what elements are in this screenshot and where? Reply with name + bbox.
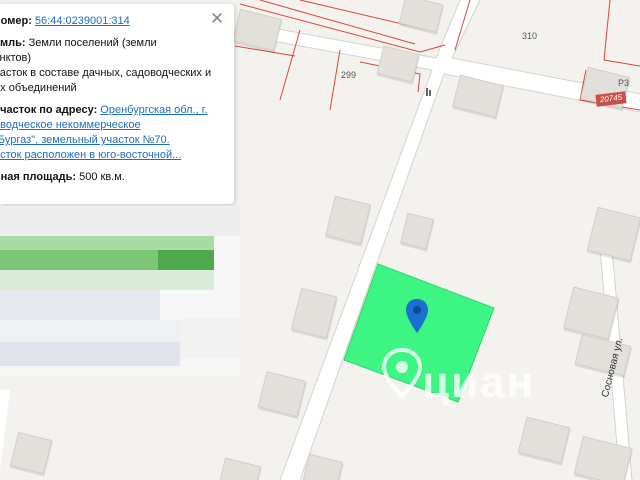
parcel-number-299: 299 — [341, 70, 357, 80]
category-label: емль: — [0, 37, 26, 49]
blurred-content — [0, 206, 240, 376]
area-label: нная площадь: — [0, 171, 77, 183]
parcel-number-310: 310 — [522, 31, 538, 41]
address-line-4[interactable]: асток расположен в юго-восточной... — [0, 149, 181, 161]
info-panel: ✕ номер: 56:44:0239001:314 емль: Земли п… — [0, 4, 234, 204]
cadastral-number-link[interactable]: 56:44:0239001:314 — [35, 15, 130, 27]
parcel-number-p3: P3 — [618, 78, 630, 88]
address-row: участок по адресу: Оренбургская обл., г.… — [0, 103, 224, 163]
map-pin-icon[interactable] — [405, 298, 429, 334]
category-row: емль: Земли поселений (земли унктов) час… — [0, 36, 224, 96]
area-value: 500 кв.м. — [79, 171, 125, 183]
category-line-2: унктов) — [0, 52, 32, 64]
area-row: нная площадь: 500 кв.м. — [0, 170, 224, 185]
use-line-1: часток в составе дачных, садоводческих и — [0, 67, 212, 79]
address-line-3[interactable]: "Бургаз", земельный участок №70. — [0, 134, 170, 146]
address-label: участок по адресу: — [0, 104, 98, 116]
address-line-2[interactable]: оводческое некоммерческое — [0, 119, 141, 131]
address-line-1[interactable]: Оренбургская обл., г. — [100, 104, 207, 116]
cadastral-label: номер: — [0, 15, 32, 27]
use-line-2: их объединений — [0, 82, 77, 94]
cadastral-row: номер: 56:44:0239001:314 — [0, 14, 224, 29]
category-line-1: Земли поселений (земли — [28, 37, 157, 49]
